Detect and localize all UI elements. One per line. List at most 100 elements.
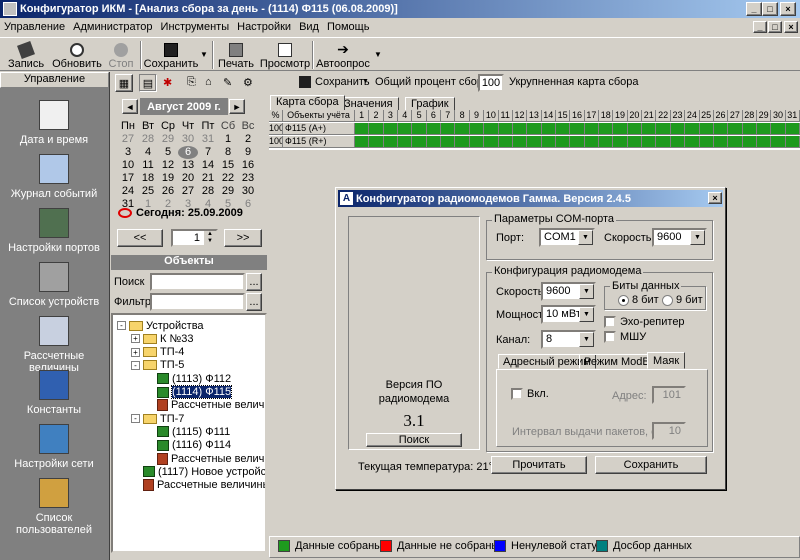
grid-day-cell[interactable] xyxy=(398,123,413,135)
calendar-day[interactable]: 27 xyxy=(118,133,138,146)
grid-day-cell[interactable] xyxy=(771,136,786,148)
calendar-day[interactable]: 2 xyxy=(238,133,258,146)
filter-input[interactable] xyxy=(150,293,245,311)
preview-button[interactable]: Просмотр xyxy=(260,40,310,70)
properties-icon[interactable]: ▦ xyxy=(115,74,133,92)
grid-day-cell[interactable] xyxy=(484,123,499,135)
tab-chart[interactable]: График xyxy=(405,97,455,111)
folder-icon[interactable]: ⌂ xyxy=(205,76,212,88)
grid-day-cell[interactable] xyxy=(670,136,686,148)
sidebar-item-network-settings[interactable]: Настройки сети xyxy=(0,424,108,470)
grid-day-cell[interactable] xyxy=(713,123,729,135)
sidebar-item-port-settings[interactable]: Настройки портов xyxy=(0,208,108,254)
overall-percent-value[interactable]: 100 xyxy=(478,74,504,92)
grid-day-cell[interactable] xyxy=(699,123,714,135)
calendar-day[interactable]: 11 xyxy=(138,159,158,172)
calendar-day[interactable]: 15 xyxy=(218,159,238,172)
calendar-day[interactable]: 30 xyxy=(238,185,258,198)
grid-day-cell[interactable] xyxy=(656,136,671,148)
tab-values[interactable]: Значения xyxy=(338,97,399,111)
calendar-day[interactable]: 31 xyxy=(198,133,218,146)
tree-node[interactable]: Рассчетные величины xyxy=(145,452,265,465)
grid-day-cell[interactable] xyxy=(355,123,370,135)
mdi-minimize-button[interactable]: _ xyxy=(753,21,767,33)
grid-day-cell[interactable] xyxy=(699,136,714,148)
tree-node[interactable]: + К №33 xyxy=(131,332,194,345)
tree-node[interactable]: - ТП-7 xyxy=(131,412,184,425)
dialog-close-button[interactable]: × xyxy=(708,192,722,204)
tree-node[interactable]: (1116) Ф114 xyxy=(145,439,231,452)
objects-tree[interactable]: - Устройства + К №33 + ТП-4- ТП-5 (1113) Ф112 (1… xyxy=(111,313,267,553)
calendar-day[interactable]: 13 xyxy=(178,159,198,172)
bits-9-radio[interactable]: 9 бит xyxy=(662,294,703,306)
star-icon[interactable]: ✱ xyxy=(163,76,172,89)
grid-day-cell[interactable] xyxy=(584,123,600,135)
grid-day-cell[interactable] xyxy=(369,123,384,135)
calendar-day[interactable]: 6 xyxy=(178,146,198,159)
echo-repeater-checkbox[interactable]: Эхо-репитер xyxy=(604,316,685,329)
grid-day-cell[interactable] xyxy=(756,123,772,135)
grid-day-cell[interactable] xyxy=(756,136,772,148)
calendar-day[interactable]: 9 xyxy=(238,146,258,159)
autopoll-button[interactable]: ➔ Автоопрос xyxy=(316,40,370,70)
sidebar-item-calculated-values[interactable]: Рассчетные величины xyxy=(0,316,108,374)
menu-item-admin[interactable]: Администратор xyxy=(69,21,156,33)
channel-select[interactable]: 8 ▼ xyxy=(541,330,596,349)
grid-day-cell[interactable] xyxy=(512,136,528,148)
calendar-day[interactable]: 14 xyxy=(198,159,218,172)
grid-day-cell[interactable] xyxy=(412,123,427,135)
grid-day-cell[interactable] xyxy=(555,136,571,148)
grid-day-cell[interactable] xyxy=(426,123,442,135)
calendar-day[interactable]: 4 xyxy=(138,146,158,159)
tab-beacon[interactable]: Маяк xyxy=(647,352,686,369)
filter-browse-button[interactable]: ... xyxy=(246,293,262,311)
modem-speed-select[interactable]: 9600 ▼ xyxy=(541,282,596,301)
grid-day-cell[interactable] xyxy=(627,136,643,148)
tree-expander-icon[interactable]: - xyxy=(131,414,140,424)
interval-input[interactable]: 10 xyxy=(652,422,686,440)
calendar-day[interactable]: 23 xyxy=(238,172,258,185)
menu-item-control[interactable]: Управление xyxy=(0,21,69,33)
grid-day-cell[interactable] xyxy=(599,136,614,148)
calendar-day[interactable]: 3 xyxy=(118,146,138,159)
tree-node[interactable]: - Устройства xyxy=(117,319,204,332)
tab-collection-map[interactable]: Карта сбора xyxy=(270,95,345,110)
bits-8-radio[interactable]: 8 бит xyxy=(618,294,659,306)
calendar-day[interactable]: 21 xyxy=(198,172,218,185)
grid-day-cell[interactable] xyxy=(441,123,456,135)
grid-day-cell[interactable] xyxy=(541,136,556,148)
grid-day-cell[interactable] xyxy=(455,136,470,148)
com-speed-select[interactable]: 9600 ▼ xyxy=(652,228,707,247)
minimize-button[interactable]: _ xyxy=(746,2,762,16)
calendar-day[interactable]: 28 xyxy=(198,185,218,198)
tree-expander-icon[interactable]: - xyxy=(131,360,140,370)
calendar-day[interactable]: 1 xyxy=(218,133,238,146)
sidebar-item-constants[interactable]: Константы xyxy=(0,370,108,416)
sidebar-item-user-list[interactable]: Список пользователей xyxy=(0,478,108,536)
sidebar-item-device-list[interactable]: Список устройств xyxy=(0,262,108,308)
calendar-day[interactable]: 18 xyxy=(138,172,158,185)
beacon-enable-checkbox[interactable]: Вкл. xyxy=(511,388,549,401)
search-browse-button[interactable]: ... xyxy=(246,273,262,291)
refresh-button[interactable]: Обновить xyxy=(52,40,102,70)
tree-node[interactable]: (1117) Новое устройство xyxy=(131,465,265,478)
calendar-day[interactable]: 25 xyxy=(138,185,158,198)
calendar-day[interactable]: 7 xyxy=(198,146,218,159)
grid-day-cell[interactable] xyxy=(685,136,700,148)
read-button[interactable]: Прочитать xyxy=(491,456,587,474)
grid-day-cell[interactable] xyxy=(742,136,757,148)
calendar-day[interactable]: 17 xyxy=(118,172,138,185)
calendar-prev-month[interactable]: ◄ xyxy=(122,99,138,114)
grid-day-cell[interactable] xyxy=(441,136,456,148)
calendar-day[interactable]: 26 xyxy=(158,185,178,198)
mdi-restore-button[interactable]: □ xyxy=(768,21,782,33)
calendar-day[interactable]: 19 xyxy=(158,172,178,185)
grid-day-cell[interactable] xyxy=(728,123,743,135)
grid-day-cell[interactable] xyxy=(613,136,628,148)
grid-day-cell[interactable] xyxy=(369,136,384,148)
grid-day-cell[interactable] xyxy=(642,123,657,135)
search-modem-button[interactable]: Поиск xyxy=(366,433,462,447)
save-button[interactable]: Сохранить xyxy=(144,40,198,70)
dialog-save-button[interactable]: Сохранить xyxy=(595,456,707,474)
calendar-today[interactable]: Сегодня: 25.09.2009 xyxy=(118,207,243,219)
